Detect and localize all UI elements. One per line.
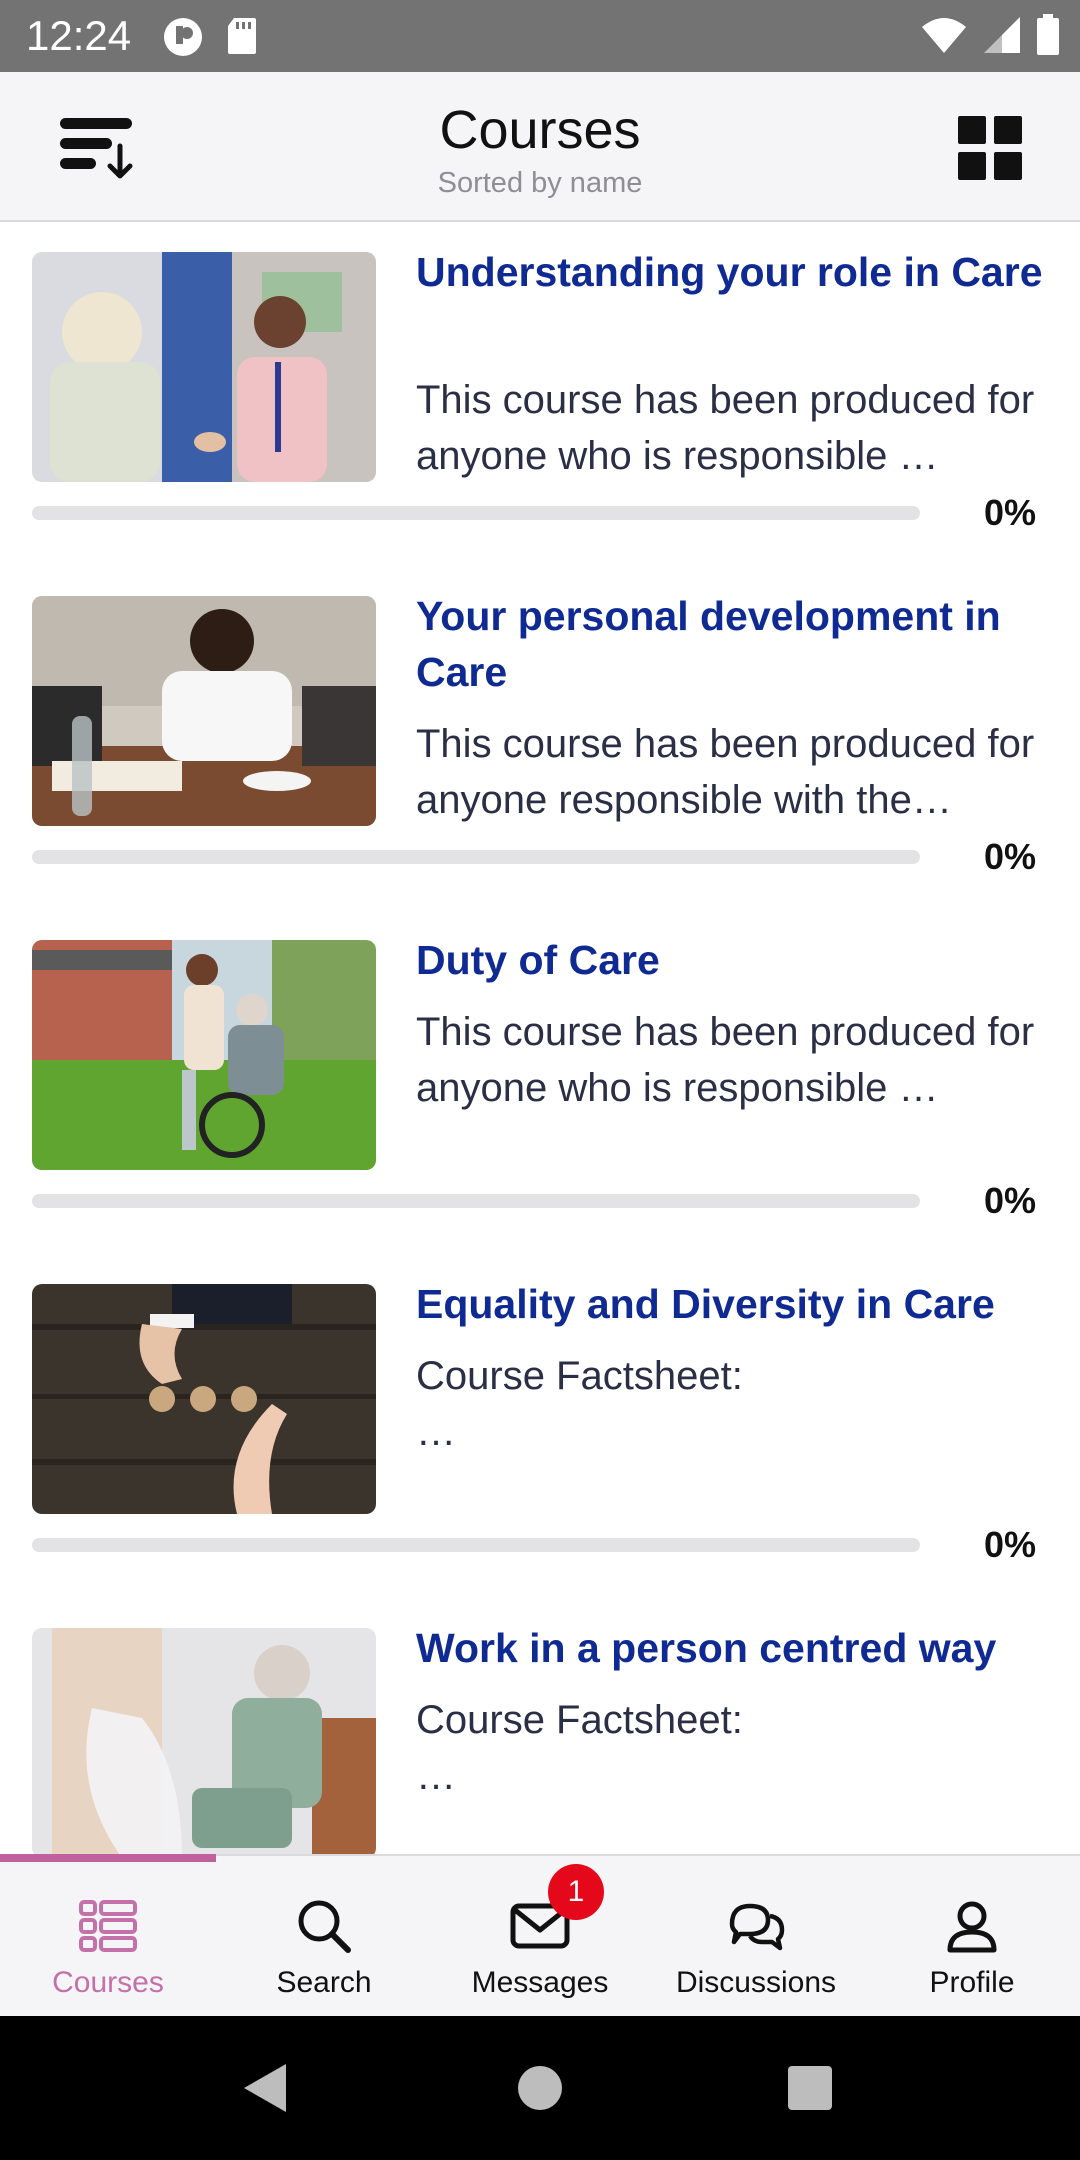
course-description: Course Factsheet: xyxy=(416,1698,743,1742)
tab-discussions[interactable]: Discussions xyxy=(648,1856,864,2018)
battery-icon xyxy=(1037,14,1059,55)
tab-messages[interactable]: Messages xyxy=(432,1856,648,2018)
sd-card-icon xyxy=(228,18,256,54)
chat-bubbles-icon xyxy=(729,1903,785,1951)
status-system-icons xyxy=(920,14,1060,56)
course-thumbnail xyxy=(32,940,376,1170)
course-thumbnail xyxy=(32,252,376,482)
app-bar: Courses Sorted by name xyxy=(0,72,1080,222)
course-title: Work in a person centred way xyxy=(416,1625,997,1671)
courses-icon xyxy=(79,1900,137,1952)
status-notification-icons xyxy=(162,16,258,58)
course-progress-percent: 0% xyxy=(983,1524,1036,1565)
recents-icon[interactable] xyxy=(786,2064,834,2112)
course-progress-bar xyxy=(32,506,920,520)
course-list[interactable]: Understanding your role in Care This cou… xyxy=(0,224,1080,1854)
course-title: Understanding your role in Care xyxy=(416,249,1043,295)
course-description-more: … xyxy=(416,1754,456,1798)
course-progress-bar xyxy=(32,1538,920,1552)
system-navigation-bar xyxy=(0,2016,1080,2160)
course-description: This course has been produced for anyone… xyxy=(416,378,1035,478)
messages-unread-badge: 1 xyxy=(548,1864,604,1920)
course-item[interactable]: Understanding your role in Care This cou… xyxy=(0,224,1080,568)
course-description-more: … xyxy=(416,1410,456,1454)
search-icon xyxy=(298,1900,351,1953)
tab-label: Courses xyxy=(52,1966,164,1999)
tab-label: Search xyxy=(276,1966,372,1999)
status-bar: 12:24 xyxy=(0,0,1080,72)
tab-label: Messages xyxy=(471,1966,609,1999)
tab-search[interactable]: Search xyxy=(216,1856,432,2018)
profile-icon xyxy=(947,1901,997,1953)
grid-view-icon xyxy=(958,116,1022,180)
course-item[interactable]: Your personal development in Care This c… xyxy=(0,568,1080,912)
back-icon[interactable] xyxy=(240,2060,290,2116)
tab-label: Profile xyxy=(929,1966,1015,1999)
home-icon[interactable] xyxy=(516,2064,564,2112)
course-description: This course has been produced for anyone… xyxy=(416,722,1035,822)
tab-courses[interactable]: Courses xyxy=(0,1856,216,2018)
course-progress-percent: 0% xyxy=(983,836,1036,877)
course-item[interactable]: Work in a person centred way Course Fact… xyxy=(0,1600,1080,1854)
bottom-navigation: Courses Search Messages 1 Discussions Pr… xyxy=(0,1854,1080,2016)
course-description: Course Factsheet: xyxy=(416,1354,743,1398)
course-item[interactable]: Duty of Care This course has been produc… xyxy=(0,912,1080,1256)
course-item[interactable]: Equality and Diversity in Care Course Fa… xyxy=(0,1256,1080,1600)
wifi-icon xyxy=(922,18,966,53)
course-thumbnail xyxy=(32,1628,376,1854)
course-title: Duty of Care xyxy=(416,937,660,983)
app-notification-icon xyxy=(164,18,202,56)
course-description: This course has been produced for anyone… xyxy=(416,1010,1035,1110)
tab-label: Discussions xyxy=(675,1966,837,1999)
status-time: 12:24 xyxy=(26,12,132,59)
tab-profile[interactable]: Profile xyxy=(864,1856,1080,2018)
course-progress-percent: 0% xyxy=(983,1180,1036,1221)
cellular-signal-icon xyxy=(984,17,1020,53)
grid-view-button[interactable] xyxy=(952,110,1028,186)
course-progress-bar xyxy=(32,1194,920,1208)
course-thumbnail xyxy=(32,1284,376,1514)
course-progress-bar xyxy=(32,850,920,864)
course-progress-percent: 0% xyxy=(983,492,1036,533)
course-title: Equality and Diversity in Care xyxy=(416,1281,995,1327)
sort-subtitle: Sorted by name xyxy=(437,167,643,199)
course-title: Your personal development in Care xyxy=(416,593,1001,695)
page-title: Courses xyxy=(439,100,641,160)
course-thumbnail xyxy=(32,596,376,826)
